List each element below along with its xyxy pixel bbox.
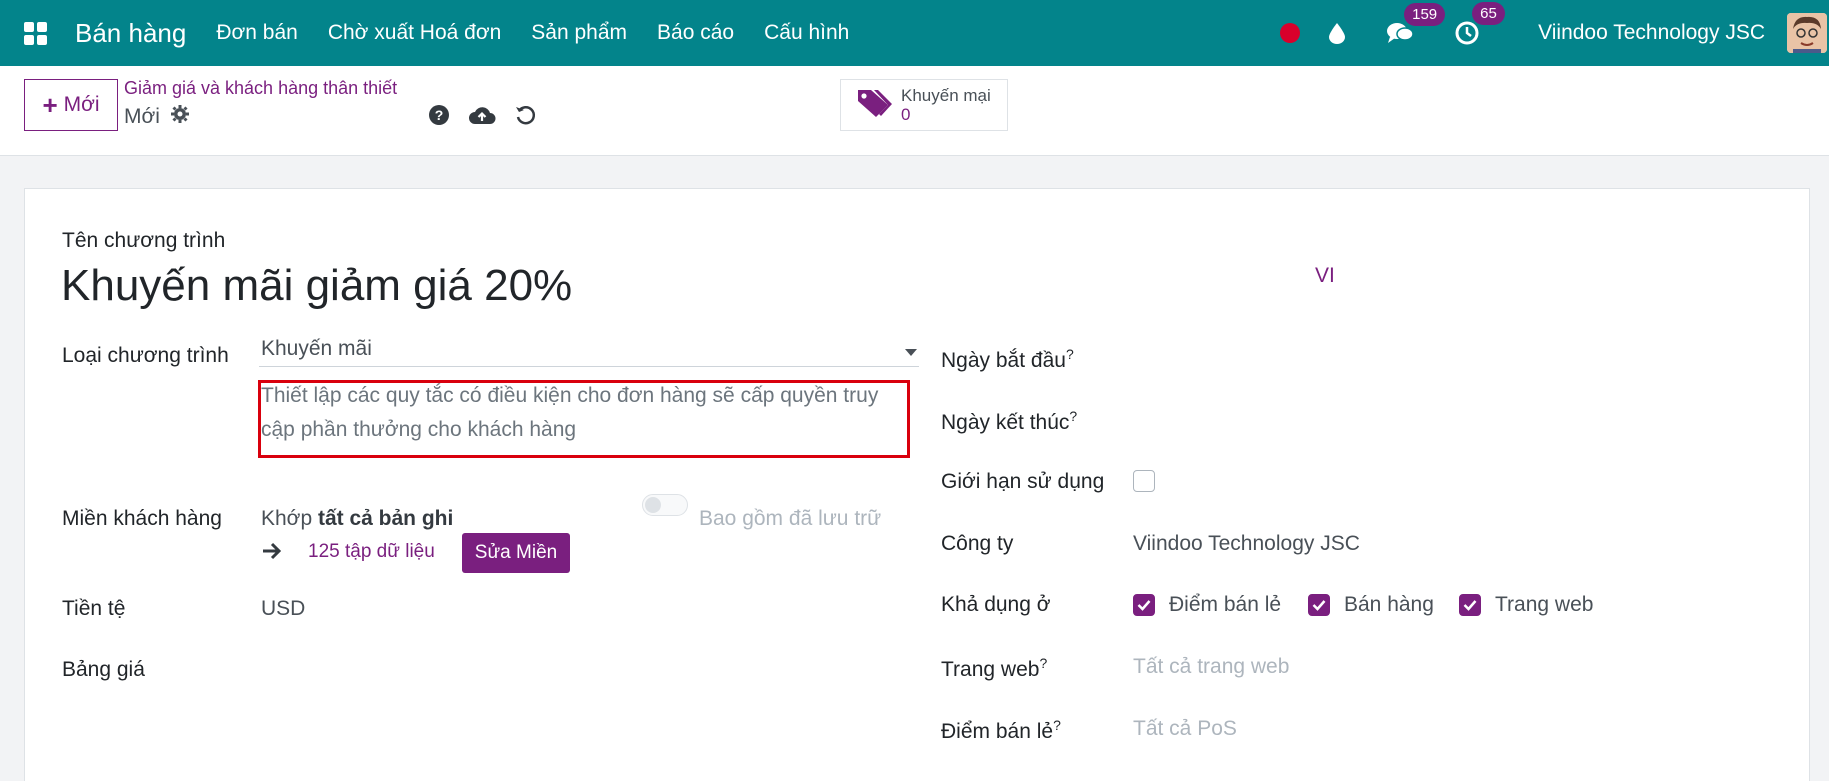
gear-icon[interactable] (170, 104, 190, 130)
menu-item-products[interactable]: Sản phẩm (531, 21, 627, 45)
highlight-box (258, 380, 910, 458)
start-date-label: Ngày bắt đầu? (941, 346, 1074, 372)
website-label: Trang web? (941, 655, 1048, 681)
available-on-website-label: Trang web (1495, 593, 1594, 616)
check-icon[interactable] (1133, 594, 1155, 616)
svg-text:?: ? (435, 107, 444, 123)
customer-domain-label: Miền khách hàng (62, 507, 222, 530)
pos-label: Điểm bán lẻ? (941, 717, 1061, 743)
limit-usage-checkbox[interactable] (1133, 470, 1155, 492)
available-on-pos-label: Điểm bán lẻ (1169, 593, 1282, 616)
edit-domain-button[interactable]: Sửa Miền (462, 533, 570, 573)
program-type-select[interactable]: Khuyến mãi (259, 337, 919, 367)
check-icon[interactable] (1459, 594, 1481, 616)
caret-down-icon (905, 349, 917, 356)
available-on-website[interactable]: Trang web (1459, 593, 1593, 617)
top-navbar: Bán hàng Đơn bán Chờ xuất Hoá đơn Sản ph… (0, 0, 1829, 66)
record-name-label: Mới (124, 105, 160, 128)
pricelist-field[interactable] (261, 651, 911, 683)
messages-badge: 159 (1404, 3, 1446, 26)
company-field[interactable]: Viindoo Technology JSC (1133, 532, 1360, 556)
currency-field[interactable]: USD (261, 597, 305, 621)
drop-icon[interactable] (1328, 22, 1346, 44)
pos-field[interactable]: Tất cả PoS (1133, 717, 1237, 741)
domain-match-all: tất cả bản ghi (317, 507, 454, 530)
menu-item-orders[interactable]: Đơn bán (216, 21, 298, 45)
language-button[interactable]: VI (1315, 264, 1335, 288)
pricelist-label: Bảng giá (62, 658, 145, 681)
new-button-label: Mới (63, 93, 100, 116)
save-cloud-icon[interactable] (468, 104, 496, 131)
program-name-label: Tên chương trình (62, 229, 226, 252)
limit-usage-label: Giới hạn sử dụng (941, 470, 1105, 493)
website-field[interactable]: Tất cả trang web (1133, 655, 1289, 679)
include-archived-toggle[interactable] (642, 494, 688, 516)
record-icon[interactable] (1280, 23, 1301, 43)
smart-button-label: Khuyến mại (901, 86, 991, 105)
program-type-value: Khuyến mãi (261, 337, 372, 360)
app-title[interactable]: Bán hàng (75, 18, 186, 49)
plus-icon: + (42, 89, 58, 120)
arrow-right-icon (261, 541, 283, 566)
messages-icon[interactable]: 159 (1386, 3, 1446, 45)
apps-menu-icon[interactable] (0, 0, 70, 66)
end-date-field[interactable] (1133, 401, 1773, 435)
new-button[interactable]: + Mới (24, 79, 118, 131)
menu-item-to-invoice[interactable]: Chờ xuất Hoá đơn (328, 21, 501, 45)
help-icon[interactable]: ? (428, 104, 450, 131)
activities-badge: 65 (1472, 2, 1505, 25)
start-date-field[interactable] (1133, 339, 1773, 373)
available-on-sales[interactable]: Bán hàng (1308, 593, 1434, 617)
domain-match-text: Khớp tất cả bản ghi (261, 507, 453, 531)
form-sheet: Tên chương trình Khuyến mãi giảm giá 20%… (24, 188, 1810, 781)
breadcrumb[interactable]: Giảm giá và khách hàng thân thiết (124, 78, 397, 99)
record-name: Mới (124, 104, 190, 130)
discard-icon[interactable] (514, 104, 536, 131)
available-on-label: Khả dụng ở (941, 593, 1051, 616)
available-on-pos[interactable]: Điểm bán lẻ (1133, 593, 1281, 617)
tags-icon (855, 87, 893, 124)
activities-icon[interactable]: 65 (1454, 2, 1505, 46)
available-on-sales-label: Bán hàng (1344, 593, 1434, 616)
control-panel: + Mới Giảm giá và khách hàng thân thiết … (0, 66, 1829, 156)
company-switcher[interactable]: Viindoo Technology JSC (1538, 21, 1765, 45)
menu-item-configuration[interactable]: Cấu hình (764, 21, 849, 45)
include-archived-label: Bao gồm đã lưu trữ (699, 507, 882, 530)
program-name-field[interactable]: Khuyến mãi giảm giá 20% (61, 261, 572, 311)
domain-match-prefix: Khớp (261, 507, 318, 530)
end-date-label: Ngày kết thúc? (941, 408, 1078, 434)
menu-item-reporting[interactable]: Báo cáo (657, 21, 734, 45)
currency-label: Tiền tệ (62, 597, 126, 620)
user-avatar[interactable] (1787, 13, 1827, 53)
program-type-label: Loại chương trình (62, 344, 229, 367)
company-label: Công ty (941, 532, 1014, 555)
domain-records-link[interactable]: 125 tập dữ liệu (308, 541, 435, 563)
promotions-smart-button[interactable]: Khuyến mại 0 (840, 79, 1008, 131)
check-icon[interactable] (1308, 594, 1330, 616)
smart-button-count: 0 (901, 105, 911, 124)
